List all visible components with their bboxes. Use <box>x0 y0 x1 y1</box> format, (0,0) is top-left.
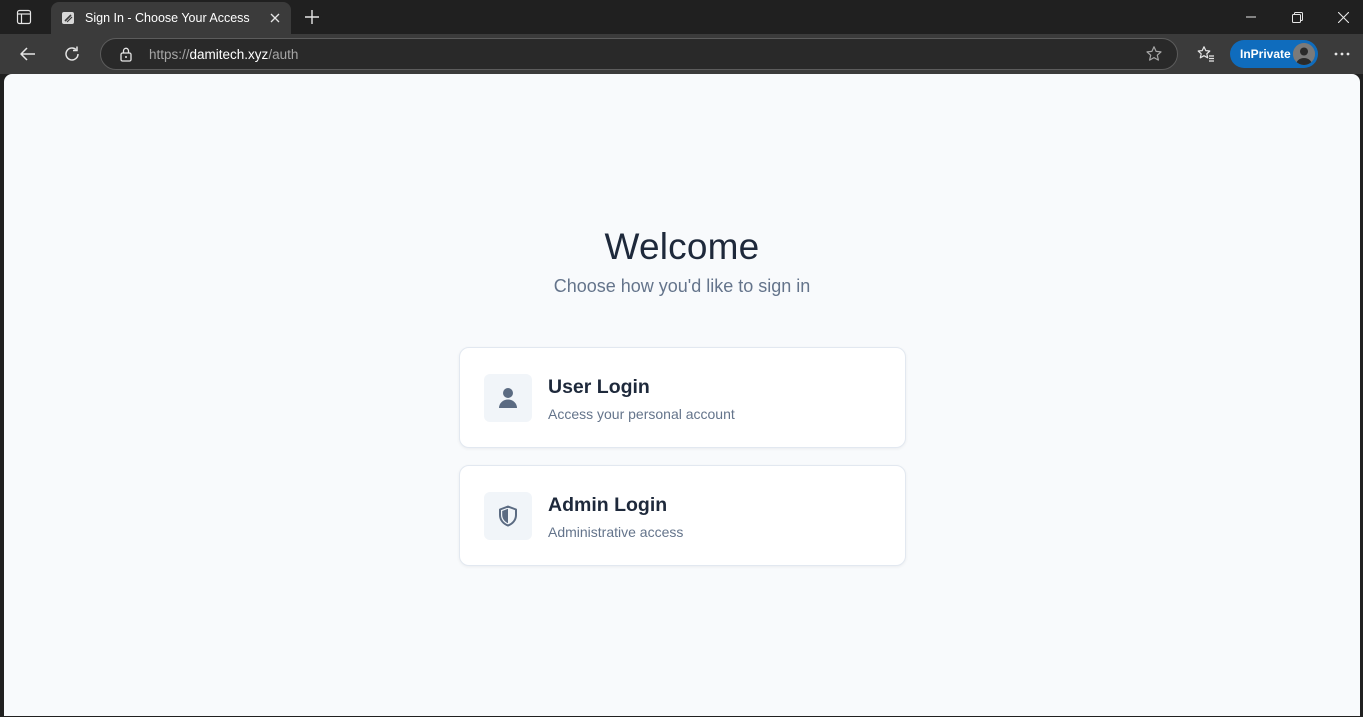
minimize-button[interactable] <box>1228 0 1274 34</box>
admin-login-description: Administrative access <box>548 524 684 540</box>
new-tab-button[interactable] <box>300 5 324 29</box>
browser-titlebar: Sign In - Choose Your Access <box>0 0 1363 34</box>
close-window-button[interactable] <box>1320 0 1363 34</box>
inprivate-profile-button[interactable]: InPrivate <box>1230 40 1318 68</box>
favorites-button[interactable] <box>1190 38 1222 70</box>
page-subtitle: Choose how you'd like to sign in <box>553 276 811 296</box>
settings-more-button[interactable] <box>1326 38 1358 70</box>
user-login-description: Access your personal account <box>548 406 735 422</box>
address-url: https://damitech.xyz/auth <box>149 47 298 62</box>
tab-actions-button[interactable] <box>8 4 40 30</box>
tab-title: Sign In - Choose Your Access <box>85 11 250 25</box>
admin-login-card[interactable]: Admin Login Administrative access <box>459 465 906 566</box>
favorite-star-icon[interactable] <box>1145 45 1163 63</box>
page-title: Welcome <box>604 226 760 267</box>
active-tab[interactable]: Sign In - Choose Your Access <box>51 2 291 34</box>
page-favicon-icon <box>60 10 76 26</box>
user-login-icon-box <box>484 374 532 422</box>
back-button[interactable] <box>12 38 44 70</box>
restore-icon <box>1291 11 1303 23</box>
url-host: damitech.xyz <box>189 47 269 62</box>
plus-icon <box>305 10 319 24</box>
address-bar[interactable]: https://damitech.xyz/auth <box>100 38 1178 70</box>
refresh-button[interactable] <box>56 38 88 70</box>
url-prefix: https:// <box>149 47 190 62</box>
tab-actions-icon <box>16 9 32 25</box>
lock-icon[interactable] <box>118 46 134 62</box>
url-path: /auth <box>268 47 299 62</box>
refresh-icon <box>65 46 79 61</box>
user-login-title: User Login <box>548 376 650 398</box>
user-login-card[interactable]: User Login Access your personal account <box>459 347 906 448</box>
more-horizontal-icon <box>1334 52 1350 56</box>
arrow-left-icon <box>20 47 35 61</box>
admin-login-title: Admin Login <box>548 494 668 516</box>
close-icon <box>1337 11 1349 23</box>
profile-avatar-icon <box>1293 43 1315 65</box>
admin-login-icon-box <box>484 492 532 540</box>
user-icon <box>499 388 517 408</box>
shield-icon <box>499 505 517 527</box>
minimize-icon <box>1246 16 1256 18</box>
restore-button[interactable] <box>1274 0 1320 34</box>
browser-toolbar: https://damitech.xyz/auth InPrivate <box>0 34 1363 74</box>
page-viewport: Welcome Choose how you'd like to sign in… <box>4 74 1360 716</box>
favorites-icon <box>1197 46 1214 62</box>
inprivate-label: InPrivate <box>1240 47 1291 61</box>
tab-close-icon[interactable] <box>267 10 283 26</box>
